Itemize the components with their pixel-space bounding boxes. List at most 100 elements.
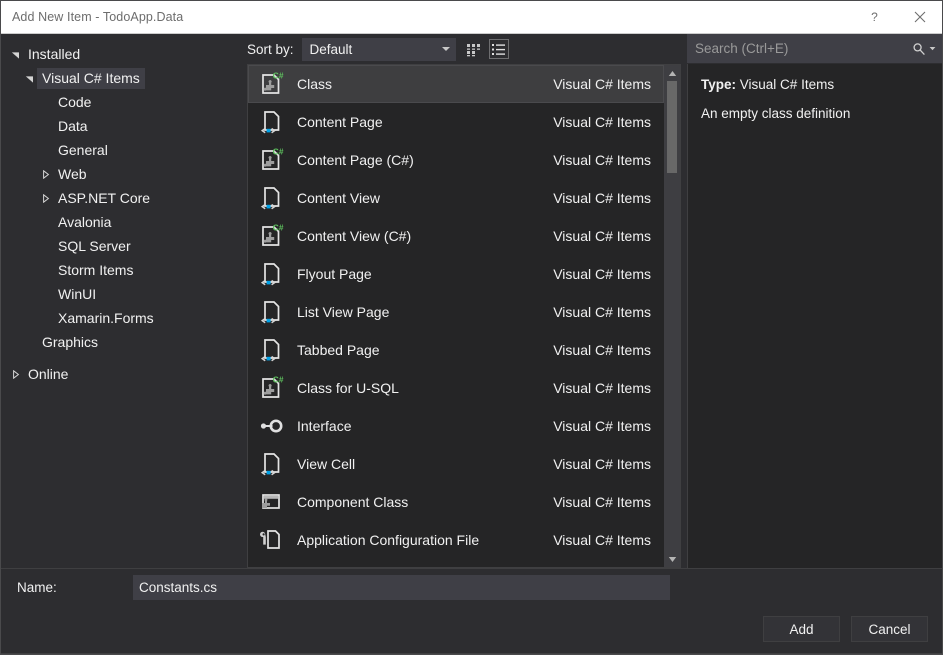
- template-list-item[interactable]: List View Page Visual C# Items: [248, 293, 664, 331]
- tree-item-installed[interactable]: Installed: [1, 42, 241, 66]
- csharp-class-icon: C#: [257, 146, 285, 174]
- tree-item-visual-c-items[interactable]: Visual C# Items: [1, 66, 241, 90]
- scroll-down-icon[interactable]: [664, 551, 680, 567]
- template-name: Class: [297, 76, 333, 92]
- name-field[interactable]: [133, 574, 670, 600]
- title-bar: Add New Item - TodoApp.Data ?: [1, 1, 942, 34]
- template-icon: [255, 334, 287, 366]
- scrollbar-track[interactable]: [664, 81, 680, 551]
- tree-item-general[interactable]: General: [1, 138, 241, 162]
- tree-item-label: Code: [58, 93, 92, 110]
- xaml-page-icon: [257, 260, 285, 288]
- grid-view-icon[interactable]: [464, 39, 484, 59]
- template-list-item[interactable]: Content Page Visual C# Items: [248, 103, 664, 141]
- template-list-item[interactable]: Flyout Page Visual C# Items: [248, 255, 664, 293]
- template-name: List View Page: [297, 304, 390, 320]
- window-controls: ?: [852, 1, 942, 33]
- add-button[interactable]: Add: [763, 616, 840, 642]
- category-tree[interactable]: Installed Visual C# Items Code Data General W…: [1, 34, 241, 568]
- add-new-item-dialog: Add New Item - TodoApp.Data ? Installed V…: [0, 0, 943, 655]
- template-name: Application Configuration File: [297, 532, 480, 548]
- template-list-item[interactable]: Component Class Visual C# Items: [248, 483, 664, 521]
- template-list-item[interactable]: Tabbed Page Visual C# Items: [248, 331, 664, 369]
- svg-text:C#: C#: [273, 374, 284, 384]
- tree-item-label: Visual C# Items: [37, 67, 145, 89]
- tree-expanded-icon[interactable]: [21, 74, 37, 83]
- template-name: Class for U-SQL: [297, 380, 399, 396]
- template-icon: C#: [255, 68, 287, 100]
- tree-collapsed-icon[interactable]: [37, 193, 53, 203]
- config-file-icon: [257, 526, 285, 554]
- template-list-item[interactable]: C# Content Page (C#) Visual C# Items: [248, 141, 664, 179]
- dialog-buttons: Add Cancel: [1, 605, 942, 653]
- cancel-button[interactable]: Cancel: [851, 616, 928, 642]
- close-icon[interactable]: [897, 1, 942, 33]
- help-button[interactable]: ?: [852, 1, 897, 33]
- tree-item-winui[interactable]: WinUI: [1, 282, 241, 306]
- tree-item-data[interactable]: Data: [1, 114, 241, 138]
- interface-icon: [257, 412, 285, 440]
- tree-item-label: Graphics: [42, 333, 99, 350]
- list-scrollbar[interactable]: [664, 65, 680, 567]
- search-input[interactable]: Search (Ctrl+E): [687, 34, 942, 64]
- template-category: Visual C# Items: [553, 76, 651, 92]
- svg-text:C#: C#: [273, 222, 284, 232]
- tree-item-label: Data: [58, 117, 88, 134]
- detail-type-label: Type:: [701, 77, 737, 92]
- template-list-item[interactable]: View Cell Visual C# Items: [248, 445, 664, 483]
- template-icon: C#: [255, 372, 287, 404]
- template-list-item[interactable]: Content View Visual C# Items: [248, 179, 664, 217]
- xaml-page-icon: [257, 108, 285, 136]
- template-list-item[interactable]: C# Class for U-SQL Visual C# Items: [248, 369, 664, 407]
- scroll-up-icon[interactable]: [664, 65, 680, 81]
- template-name: View Cell: [297, 456, 356, 472]
- scrollbar-thumb[interactable]: [667, 81, 677, 173]
- manifest-file-icon: [257, 564, 285, 567]
- tree-item-web[interactable]: Web: [1, 162, 241, 186]
- list-toolbar: Sort by: Default: [241, 34, 687, 64]
- tree-item-label: Web: [58, 165, 87, 182]
- template-list-item[interactable]: Application Configuration File Visual C# …: [248, 521, 664, 559]
- template-list-item[interactable]: Application Manifest File (WindowsVisual…: [248, 559, 664, 567]
- template-name: Content Page: [297, 114, 383, 130]
- sort-by-dropdown[interactable]: Default: [301, 37, 456, 61]
- csharp-class-icon: C#: [257, 222, 285, 250]
- search-icon: [913, 42, 925, 55]
- tree-item-label: Online: [28, 365, 69, 382]
- detail-type-row: Type: Visual C# Items: [701, 77, 932, 92]
- template-list-rows[interactable]: C# Class Visual C# Items Content Page Visual…: [248, 65, 664, 567]
- tree-item-code[interactable]: Code: [1, 90, 241, 114]
- template-category: Visual C# Items: [553, 418, 651, 434]
- tree-item-online[interactable]: Online: [1, 362, 241, 386]
- template-category: Visual C# Items: [553, 190, 651, 206]
- template-list-item[interactable]: C# Content View (C#) Visual C# Items: [248, 217, 664, 255]
- tree-item-storm-items[interactable]: Storm Items: [1, 258, 241, 282]
- template-list-pane: Sort by: Default C# Class Visual C# Item…: [241, 34, 687, 568]
- list-view-icon[interactable]: [488, 39, 509, 59]
- template-category: Visual C# Items: [553, 228, 651, 244]
- detail-type-value: Visual C# Items: [739, 77, 835, 92]
- tree-item-avalonia[interactable]: Avalonia: [1, 210, 241, 234]
- tree-collapsed-icon[interactable]: [37, 169, 53, 179]
- template-icon: C#: [255, 144, 287, 176]
- tree-expanded-icon[interactable]: [7, 50, 23, 59]
- details-pane: Search (Ctrl+E) Type: Visual C# Items An…: [687, 34, 942, 568]
- template-name: Flyout Page: [297, 266, 372, 282]
- tree-item-asp-net-core[interactable]: ASP.NET Core: [1, 186, 241, 210]
- svg-text:C#: C#: [273, 70, 284, 80]
- tree-item-label: WinUI: [58, 285, 97, 302]
- csharp-class-icon: C#: [257, 374, 285, 402]
- template-list-item[interactable]: C# Class Visual C# Items: [248, 65, 664, 103]
- tree-item-sql-server[interactable]: SQL Server: [1, 234, 241, 258]
- view-mode-buttons: [464, 39, 509, 59]
- template-icon: [255, 448, 287, 480]
- tree-item-label: Storm Items: [58, 261, 134, 278]
- template-icon: [255, 258, 287, 290]
- tree-item-graphics[interactable]: Graphics: [1, 330, 241, 354]
- template-list-item[interactable]: Interface Visual C# Items: [248, 407, 664, 445]
- search-dropdown-icon: [929, 47, 936, 51]
- tree-item-xamarin-forms[interactable]: Xamarin.Forms: [1, 306, 241, 330]
- tree-collapsed-icon[interactable]: [7, 369, 23, 379]
- template-icon: [255, 410, 287, 442]
